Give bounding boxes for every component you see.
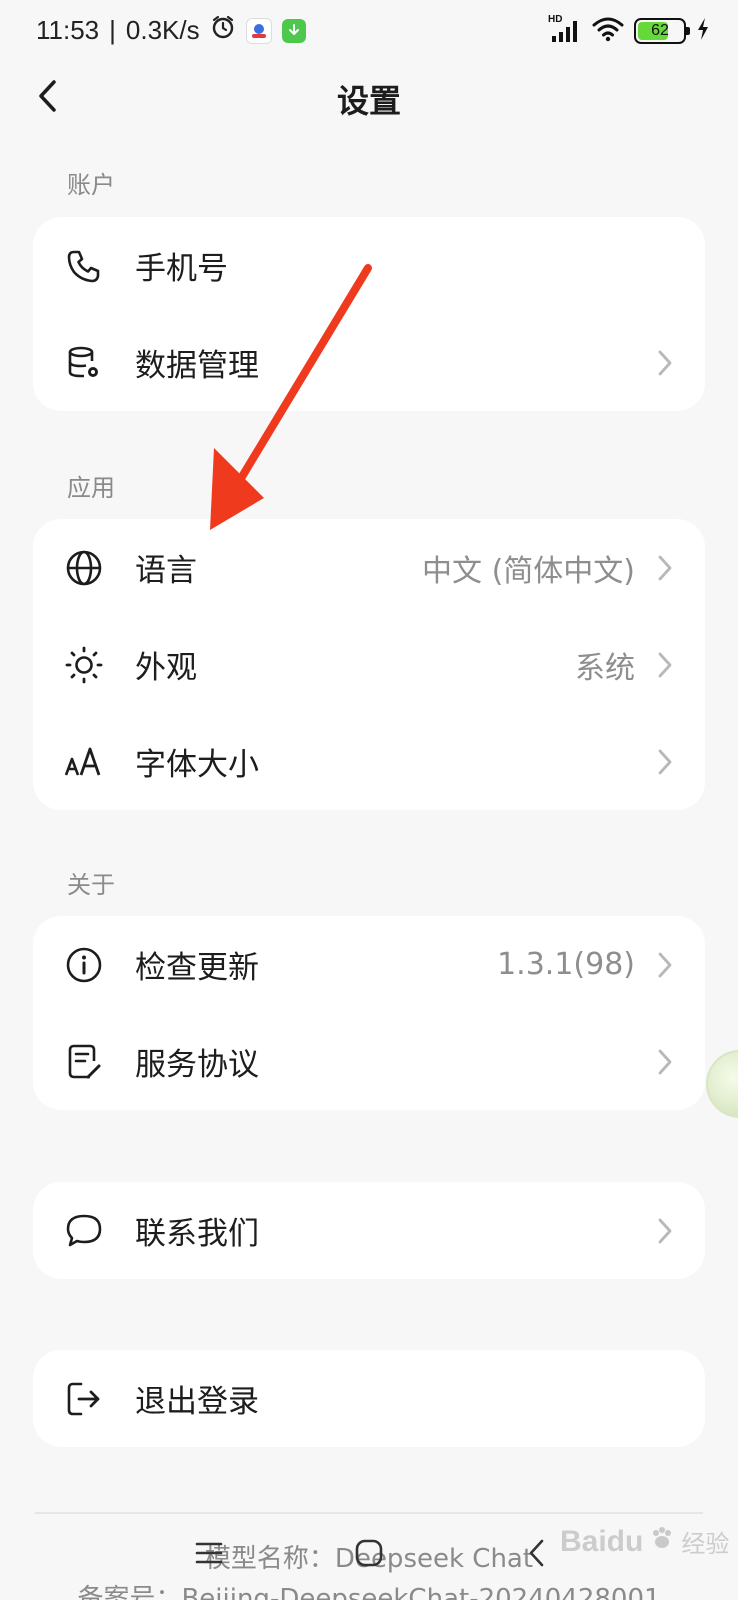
charging-icon	[696, 17, 710, 45]
paw-icon	[649, 1525, 675, 1559]
baidu-app-icon	[245, 17, 272, 44]
chevron-right-icon	[655, 747, 675, 777]
chevron-right-icon	[655, 1047, 675, 1077]
row-label-language: 语言	[135, 553, 197, 589]
status-separator: |	[109, 15, 116, 45]
chevron-right-icon	[655, 553, 675, 583]
status-bar: 11:53 | 0.3K/s HD 62	[0, 0, 738, 64]
database-settings-icon	[63, 342, 105, 384]
row-value-appearance: 系统	[575, 650, 635, 686]
logout-icon	[63, 1378, 105, 1420]
globe-icon	[63, 547, 105, 589]
status-network-speed: 0.3K/s	[125, 15, 200, 45]
chevron-left-icon	[527, 1538, 547, 1572]
font-size-icon	[63, 741, 105, 783]
row-label-check-update: 检查更新	[135, 950, 259, 986]
logout-card: 退出登录	[33, 1350, 705, 1447]
alarm-icon	[210, 14, 236, 47]
section-label-about: 关于	[67, 871, 115, 899]
row-appearance[interactable]: 外观 系统	[33, 616, 705, 713]
info-icon	[63, 944, 105, 986]
battery-level: 62	[651, 22, 669, 39]
sun-icon	[63, 644, 105, 686]
floating-assistant-ball[interactable]	[706, 1050, 738, 1118]
chat-bubble-icon	[63, 1210, 105, 1252]
cellular-signal-icon: HD	[548, 14, 582, 44]
row-label-appearance: 外观	[135, 650, 197, 686]
chevron-right-icon	[655, 1216, 675, 1246]
battery-indicator: 62	[634, 18, 690, 44]
nav-back-button[interactable]	[514, 1532, 560, 1578]
nav-menu-button[interactable]	[186, 1532, 232, 1578]
row-data-management[interactable]: 数据管理	[33, 314, 705, 411]
footer-divider	[35, 1512, 703, 1514]
row-label-logout: 退出登录	[135, 1384, 259, 1420]
app-card: 语言 中文 (简体中文) 外观 系统 字体大小	[33, 519, 705, 810]
row-check-update[interactable]: 检查更新 1.3.1(98)	[33, 916, 705, 1013]
row-logout[interactable]: 退出登录	[33, 1350, 705, 1447]
status-right: HD 62	[548, 14, 710, 46]
about-card: 检查更新 1.3.1(98) 服务协议	[33, 916, 705, 1110]
row-phone-number[interactable]: 手机号	[33, 217, 705, 314]
header: 设置	[0, 64, 738, 132]
row-language[interactable]: 语言 中文 (简体中文)	[33, 519, 705, 616]
row-label-data-management: 数据管理	[135, 348, 259, 384]
contact-card: 联系我们	[33, 1182, 705, 1279]
settings-screen: 11:53 | 0.3K/s HD 62 设置 账户 手机号 数据管理 应用 语…	[0, 0, 738, 1600]
document-edit-icon	[63, 1041, 105, 1083]
row-service-agreement[interactable]: 服务协议	[33, 1013, 705, 1110]
row-label-contact-us: 联系我们	[135, 1216, 259, 1252]
wifi-icon	[592, 16, 624, 46]
section-label-app: 应用	[67, 474, 115, 502]
row-label-service-agreement: 服务协议	[135, 1047, 259, 1083]
chevron-right-icon	[655, 348, 675, 378]
baidu-watermark: Baidu 经验	[560, 1524, 729, 1559]
row-label-font-size: 字体大小	[135, 747, 259, 783]
row-value-language: 中文 (简体中文)	[422, 553, 635, 589]
download-icon	[281, 18, 306, 43]
row-contact-us[interactable]: 联系我们	[33, 1182, 705, 1279]
menu-icon	[194, 1540, 224, 1570]
row-label-phone-number: 手机号	[135, 251, 228, 287]
row-value-version: 1.3.1(98)	[497, 947, 635, 982]
section-label-account: 账户	[67, 171, 115, 199]
page-title: 设置	[336, 82, 401, 120]
watermark-brand: Baidu	[560, 1524, 644, 1558]
chevron-right-icon	[655, 650, 675, 680]
nav-home-button[interactable]	[346, 1532, 392, 1578]
account-card: 手机号 数据管理	[33, 217, 705, 411]
status-left: 11:53 | 0.3K/s	[36, 14, 306, 47]
watermark-sub: 经验	[681, 1531, 730, 1558]
home-icon	[354, 1538, 384, 1572]
status-time: 11:53	[36, 15, 100, 45]
chevron-right-icon	[655, 950, 675, 980]
row-font-size[interactable]: 字体大小	[33, 713, 705, 810]
phone-icon	[63, 245, 105, 287]
